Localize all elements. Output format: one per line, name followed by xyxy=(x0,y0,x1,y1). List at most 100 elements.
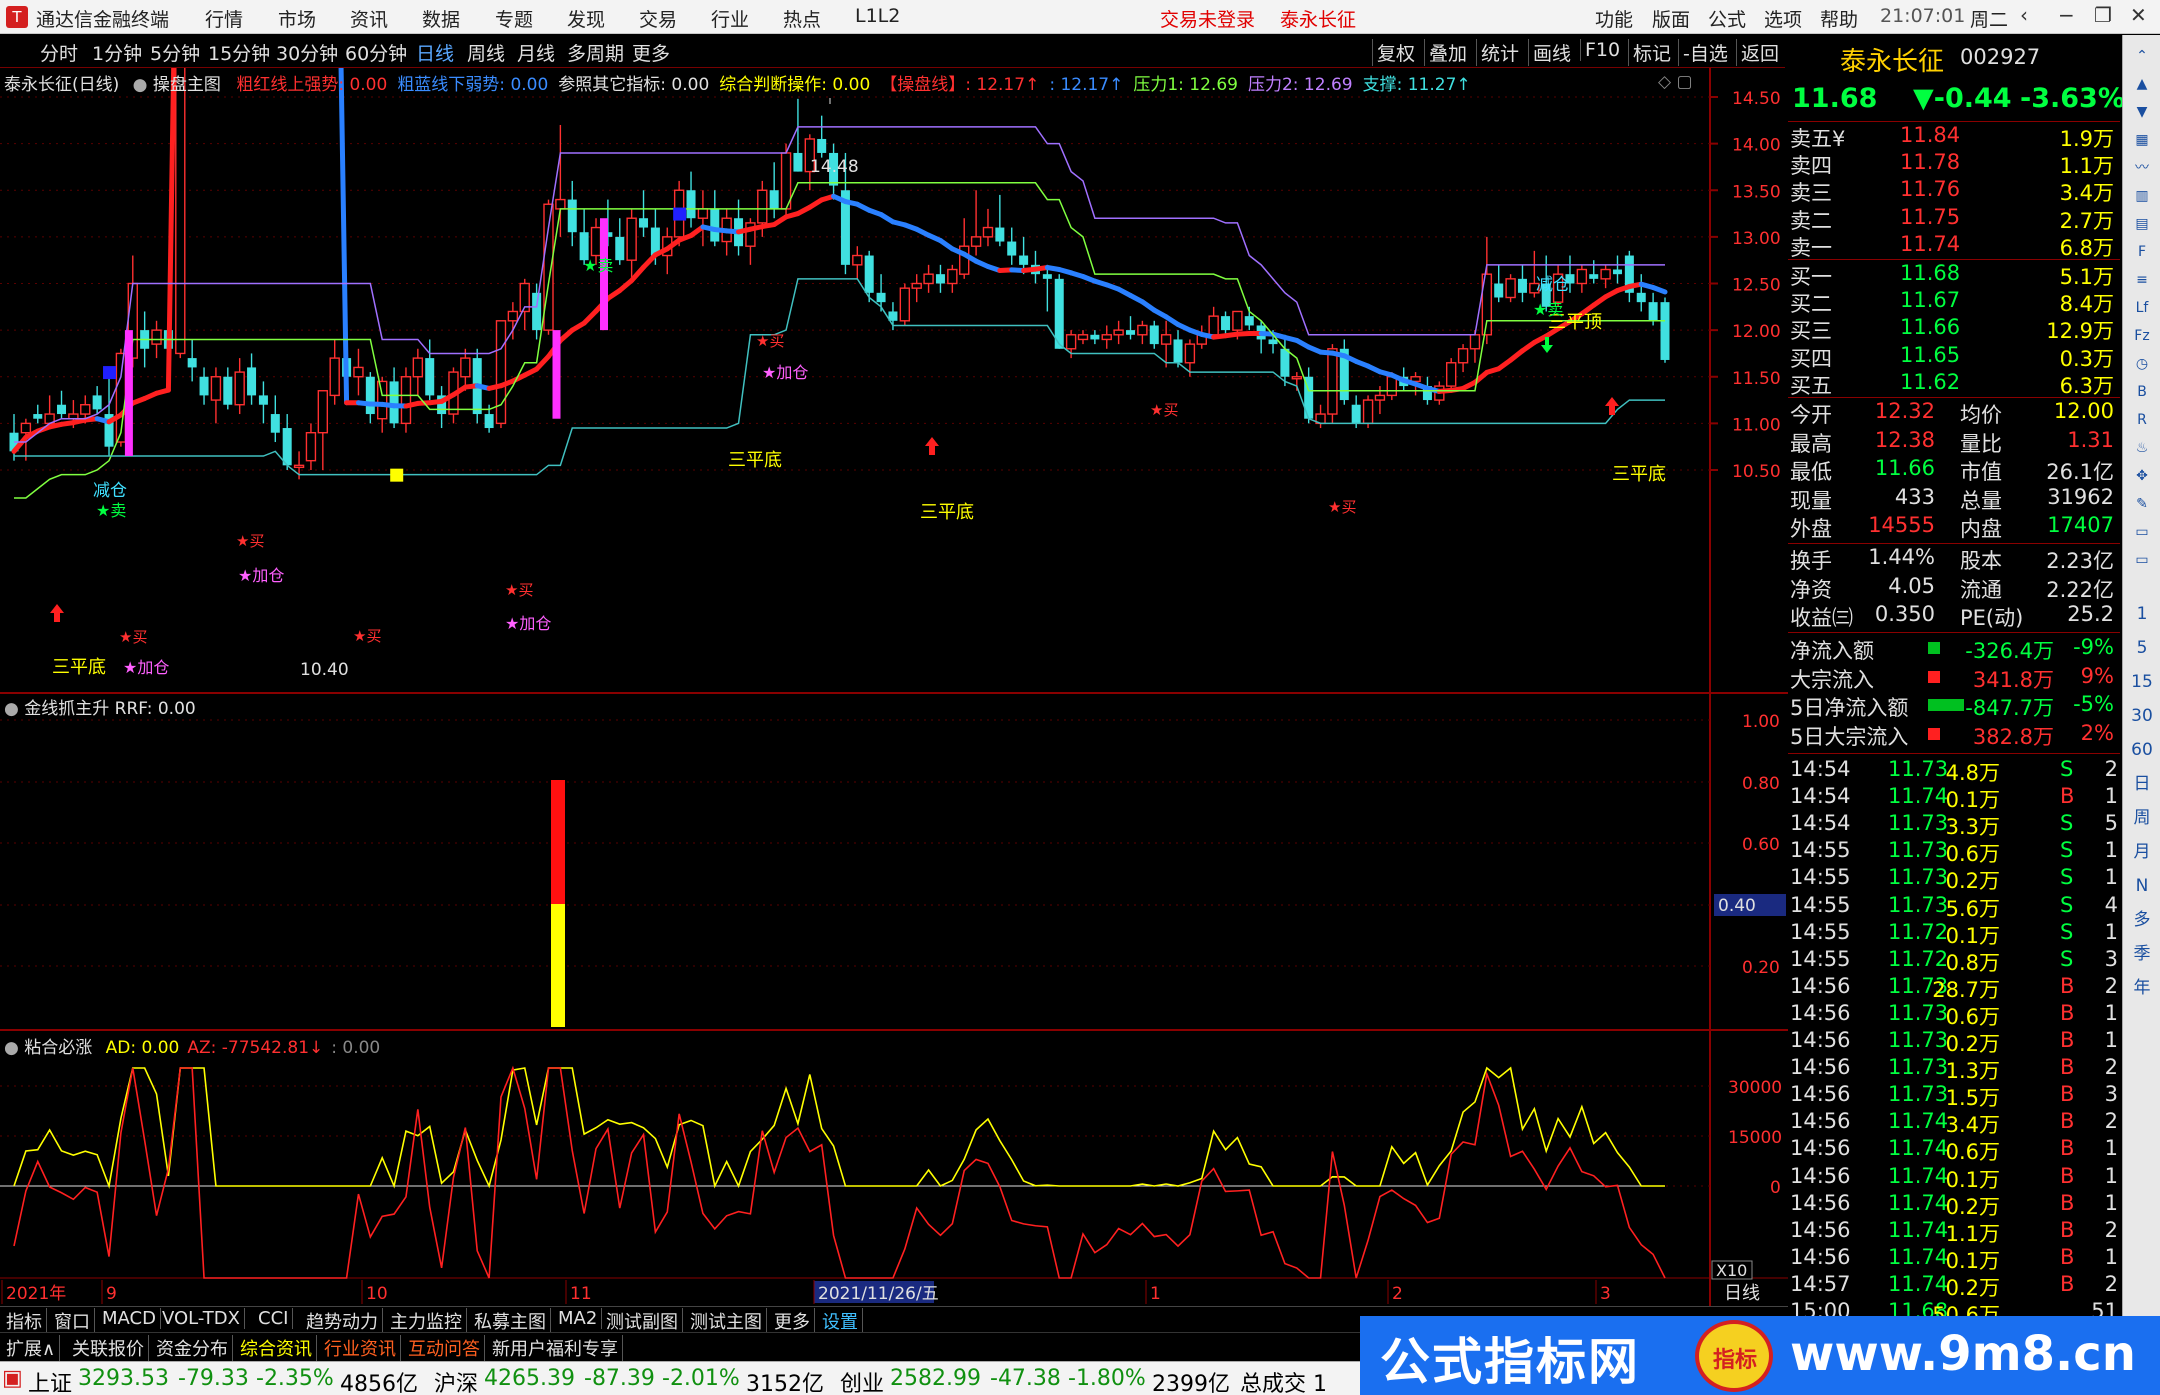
nav-down-icon[interactable]: ▼ xyxy=(2127,99,2157,125)
info-tab[interactable]: 互动问答 xyxy=(404,1335,485,1361)
menu-jiaoyi[interactable]: 交易 xyxy=(639,5,677,32)
tool-biaoji[interactable]: 标记 xyxy=(1628,39,1671,66)
indicator-tab[interactable]: 测试主图 xyxy=(686,1308,767,1334)
indicator-tab[interactable]: MA2 xyxy=(554,1308,603,1329)
period-1min[interactable]: 1分钟 xyxy=(92,39,142,66)
fz-icon[interactable]: Fz xyxy=(2127,323,2157,349)
flame-icon[interactable]: ♨ xyxy=(2127,435,2157,461)
tool-zixuan[interactable]: -自选 xyxy=(1678,39,1728,66)
menu-faxian[interactable]: 发现 xyxy=(567,5,605,32)
lf-icon[interactable]: Lf xyxy=(2127,295,2157,321)
index-name[interactable]: 上证 xyxy=(28,1366,72,1395)
indicator-tab[interactable]: 测试副图 xyxy=(602,1308,683,1334)
period-shortcut[interactable]: 季 xyxy=(2127,941,2157,967)
period-shortcut[interactable]: 5 xyxy=(2127,635,2157,661)
back-icon[interactable]: ‹ xyxy=(2020,3,2028,27)
menu-gongneng[interactable]: 功能 xyxy=(1595,5,1633,32)
doc2-icon[interactable]: ▭ xyxy=(2127,547,2157,573)
period-shortcut[interactable]: 30 xyxy=(2127,703,2157,729)
settings-gear-icon[interactable]: ● xyxy=(133,75,148,95)
index-name[interactable]: 沪深 xyxy=(434,1366,478,1395)
indicator-tab[interactable]: 设置 xyxy=(818,1308,863,1334)
menu-banmian[interactable]: 版面 xyxy=(1652,5,1690,32)
up-arrow-icon[interactable]: ⌃ xyxy=(2127,43,2157,69)
menu-shichang[interactable]: 市场 xyxy=(278,5,316,32)
period-5min[interactable]: 5分钟 xyxy=(150,39,200,66)
kline-chart[interactable]: 14.5014.0013.5013.0012.5012.0011.5011.00… xyxy=(0,68,1788,1306)
period-shortcut[interactable]: 日 xyxy=(2127,771,2157,797)
indicator-tab[interactable]: 窗口 xyxy=(50,1308,95,1334)
grid-icon[interactable]: ▦ xyxy=(2127,127,2157,153)
tool-fuquan[interactable]: 复权 xyxy=(1372,39,1415,66)
indicator-tab[interactable]: 主力监控 xyxy=(386,1308,467,1334)
period-fenshi[interactable]: 分时 xyxy=(40,39,78,66)
period-30min[interactable]: 30分钟 xyxy=(276,39,338,66)
period-daily[interactable]: 日线 xyxy=(416,39,454,66)
restore-icon[interactable]: ❐ xyxy=(2094,3,2112,27)
bbi-icon[interactable]: B xyxy=(2127,379,2157,405)
nav-up-icon[interactable]: ▲ xyxy=(2127,71,2157,97)
rsi-icon[interactable]: R xyxy=(2127,407,2157,433)
period-more[interactable]: 更多 xyxy=(632,39,670,66)
list-icon[interactable]: ≡ xyxy=(2127,267,2157,293)
indicator-tab[interactable]: VOL-TDX xyxy=(158,1308,245,1329)
period-shortcut[interactable]: 多 xyxy=(2127,907,2157,933)
tool-huaxian[interactable]: 画线 xyxy=(1528,39,1571,66)
main-indicator-name[interactable]: 操盘主图 xyxy=(153,75,221,95)
info-tab[interactable]: 关联报价 xyxy=(68,1335,149,1361)
menu-bangzhu[interactable]: 帮助 xyxy=(1820,5,1858,32)
menu-xuanxiang[interactable]: 选项 xyxy=(1764,5,1802,32)
tool-f10[interactable]: F10 xyxy=(1580,39,1620,61)
menu-hangye[interactable]: 行业 xyxy=(711,5,749,32)
f10-icon[interactable]: F xyxy=(2127,239,2157,265)
move-icon[interactable]: ✥ xyxy=(2127,463,2157,489)
doc-icon[interactable]: ▭ xyxy=(2127,519,2157,545)
table-icon[interactable]: ▤ xyxy=(2127,211,2157,237)
menu-gongshi[interactable]: 公式 xyxy=(1708,5,1746,32)
info-tab[interactable]: 资金分布 xyxy=(152,1335,233,1361)
tool-diejia[interactable]: 叠加 xyxy=(1424,39,1467,66)
chart-expand-icon[interactable]: ◇ ▢ xyxy=(1658,72,1693,92)
sub1-title[interactable]: 金线抓主升 xyxy=(24,699,109,719)
period-shortcut[interactable]: 年 xyxy=(2127,975,2157,1001)
period-shortcut[interactable]: 60 xyxy=(2127,737,2157,763)
bars-icon[interactable]: ▥ xyxy=(2127,183,2157,209)
info-tab[interactable]: 综合资讯 xyxy=(236,1335,317,1361)
period-60min[interactable]: 60分钟 xyxy=(345,39,407,66)
period-multi[interactable]: 多周期 xyxy=(567,39,624,66)
menu-shuju[interactable]: 数据 xyxy=(422,5,460,32)
indicator-tab[interactable]: 更多 xyxy=(770,1308,815,1334)
sub2-gear-icon[interactable]: ● xyxy=(4,1038,19,1058)
period-shortcut[interactable]: 月 xyxy=(2127,839,2157,865)
period-shortcut[interactable]: N xyxy=(2127,873,2157,899)
close-icon[interactable]: ✕ xyxy=(2130,3,2147,27)
period-shortcut[interactable]: 15 xyxy=(2127,669,2157,695)
indicator-tab[interactable]: MACD xyxy=(98,1308,161,1329)
tool-tongji[interactable]: 统计 xyxy=(1476,39,1519,66)
menu-zixun[interactable]: 资讯 xyxy=(350,5,388,32)
tool-fanhui[interactable]: 返回 xyxy=(1736,39,1779,66)
index-name[interactable]: 创业 xyxy=(840,1366,884,1395)
sub1-gear-icon[interactable]: ● xyxy=(4,699,19,719)
period-15min[interactable]: 15分钟 xyxy=(208,39,270,66)
indicator-tab[interactable]: 私募主图 xyxy=(470,1308,551,1334)
period-shortcut[interactable]: 1 xyxy=(2127,601,2157,627)
clock-icon[interactable]: ◷ xyxy=(2127,351,2157,377)
info-tab[interactable]: 扩展∧ xyxy=(2,1335,61,1361)
menu-hangqing[interactable]: 行情 xyxy=(205,5,243,32)
menu-redian[interactable]: 热点 xyxy=(783,5,821,32)
info-tab[interactable]: 新用户福利专享 xyxy=(488,1335,623,1361)
info-tab[interactable]: 行业资讯 xyxy=(320,1335,401,1361)
minimize-icon[interactable]: − xyxy=(2058,3,2075,27)
pen-icon[interactable]: ✎ xyxy=(2127,491,2157,517)
sub2-title[interactable]: 粘合必涨 xyxy=(24,1038,92,1058)
menu-zhuanti[interactable]: 专题 xyxy=(495,5,533,32)
indicator-tab[interactable]: 指标 xyxy=(2,1308,47,1334)
period-monthly[interactable]: 月线 xyxy=(517,39,555,66)
period-weekly[interactable]: 周线 xyxy=(467,39,505,66)
period-shortcut[interactable]: 周 xyxy=(2127,805,2157,831)
login-status[interactable]: 交易未登录 xyxy=(1160,5,1255,32)
indicator-tab[interactable]: CCI xyxy=(254,1308,294,1329)
chart-icon[interactable]: 〰 xyxy=(2127,155,2157,181)
menu-l1l2[interactable]: L1L2 xyxy=(855,5,900,27)
